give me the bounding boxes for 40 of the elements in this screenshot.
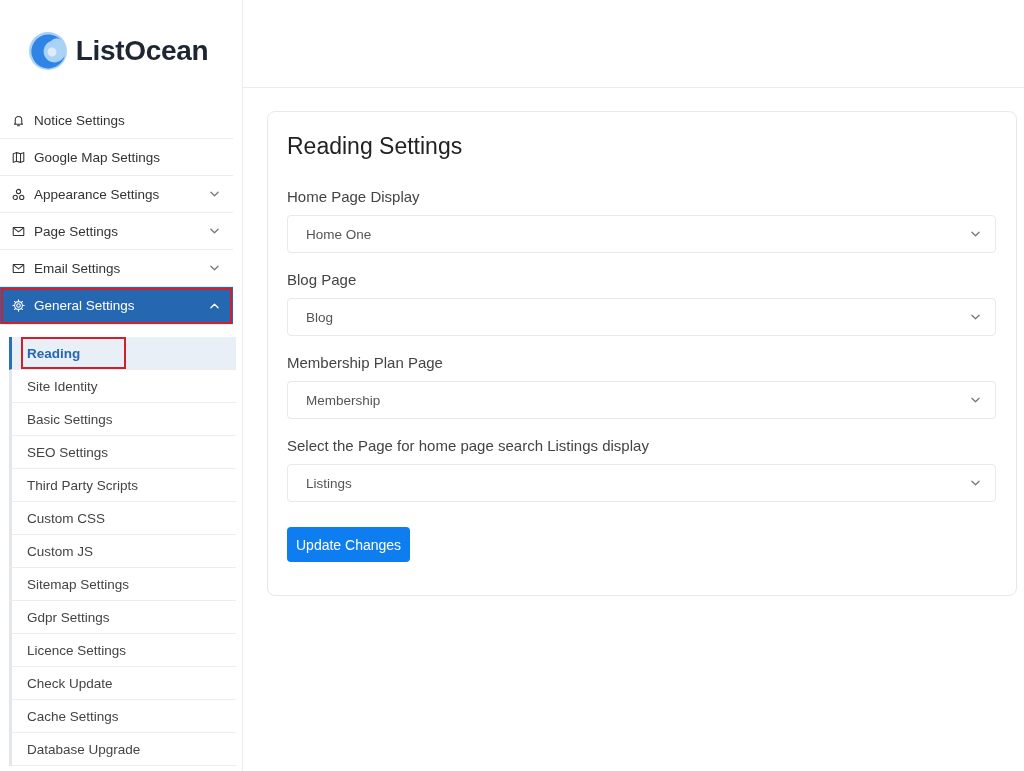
submenu-item[interactable]: Reading: [9, 337, 236, 370]
bell-icon: [12, 113, 25, 127]
select-field[interactable]: Listings: [287, 464, 996, 502]
field-label: Membership Plan Page: [287, 353, 444, 373]
field-label: Home Page Display: [287, 187, 421, 207]
field-label: Select the Page for home page search Listings display: [287, 436, 650, 456]
submenu-item[interactable]: Basic Settings: [9, 403, 236, 436]
circles-icon: [12, 187, 25, 201]
select-field[interactable]: Membership: [287, 381, 996, 419]
chevron-down-icon: [971, 314, 980, 320]
select-field[interactable]: Blog: [287, 298, 996, 336]
select-field[interactable]: Home One: [287, 215, 996, 253]
envelope-icon: [12, 224, 25, 238]
sidebar-item[interactable]: Appearance Settings: [0, 176, 233, 213]
sidebar-item[interactable]: Notice Settings: [0, 102, 233, 139]
logo-icon: [27, 31, 68, 71]
submenu-item[interactable]: Third Party Scripts: [9, 469, 236, 502]
submenu-item[interactable]: Database Upgrade: [9, 733, 236, 766]
submenu-item[interactable]: Check Update: [9, 667, 236, 700]
update-button[interactable]: Update Changes: [287, 527, 411, 562]
submenu-item[interactable]: Custom CSS: [9, 502, 236, 535]
submenu-item[interactable]: Gdpr Settings: [9, 601, 236, 634]
sidebar-item[interactable]: Page Settings: [0, 213, 233, 250]
submenu-item[interactable]: Cache Settings: [9, 700, 236, 733]
chevron-down-icon: [971, 480, 980, 486]
chevron-down-icon: [971, 231, 980, 237]
envelope-icon: [12, 261, 25, 275]
submenu-item[interactable]: Licence Settings: [9, 634, 236, 667]
submenu-item[interactable]: Site Identity: [9, 370, 236, 403]
field-label: Blog Page: [287, 270, 358, 290]
submenu-item[interactable]: Sitemap Settings: [9, 568, 236, 601]
submenu-item[interactable]: SEO Settings: [9, 436, 236, 469]
gear-icon: [12, 299, 25, 312]
map-icon: [12, 150, 25, 164]
card-title: Reading Settings: [287, 132, 464, 161]
chevron-down-icon: [971, 397, 980, 403]
logo-text: ListOcean: [75, 35, 209, 67]
sidebar-item[interactable]: Google Map Settings: [0, 139, 233, 176]
sidebar-item[interactable]: General Settings: [0, 287, 233, 325]
submenu-item[interactable]: Custom JS: [9, 535, 236, 568]
